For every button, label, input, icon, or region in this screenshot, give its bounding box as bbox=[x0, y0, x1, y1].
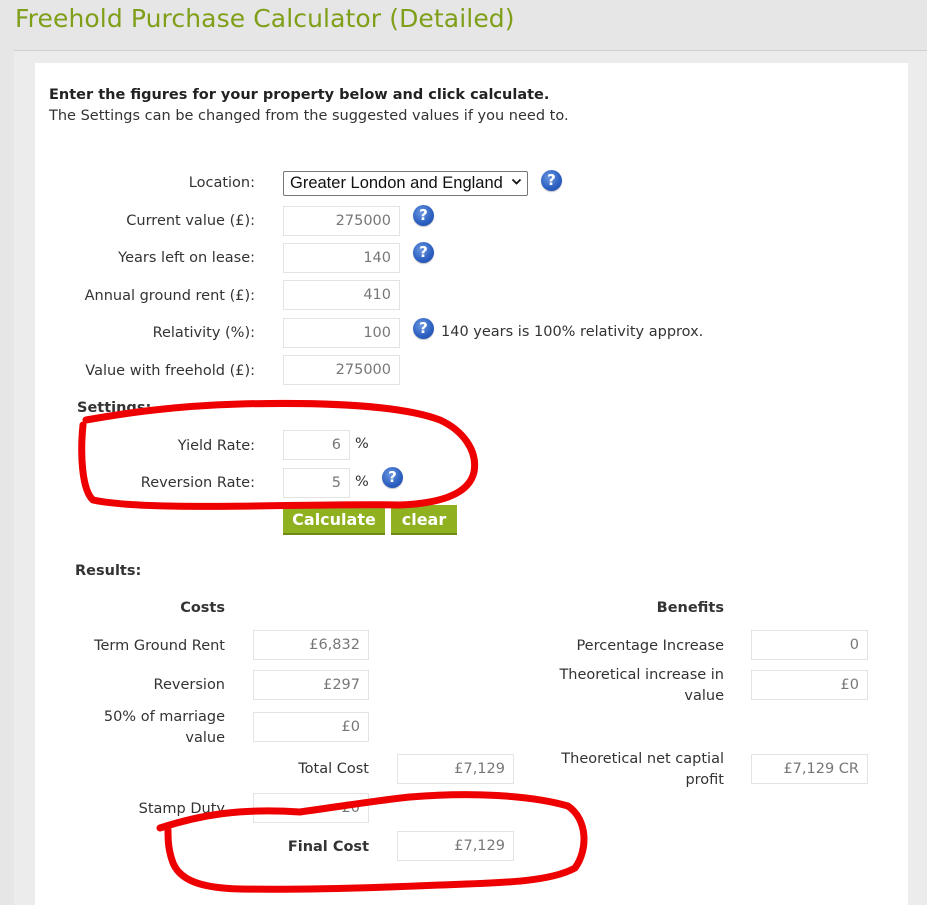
reversion-result-label: Reversion bbox=[153, 677, 225, 693]
percentage-increase-label: Percentage Increase bbox=[576, 638, 724, 654]
relativity-input[interactable]: 100 bbox=[283, 318, 400, 348]
location-selected-value: Greater London and England bbox=[290, 174, 503, 192]
total-cost-label: Total Cost bbox=[298, 761, 369, 777]
years-left-input[interactable]: 140 bbox=[283, 243, 400, 273]
yield-rate-label: Yield Rate: bbox=[177, 438, 255, 454]
final-cost-label: Final Cost bbox=[287, 839, 369, 855]
help-icon[interactable]: ? bbox=[413, 318, 434, 339]
current-value-label: Current value (£): bbox=[126, 213, 255, 229]
reversion-percent-sign: % bbox=[355, 474, 369, 490]
clear-button[interactable]: clear bbox=[391, 505, 457, 535]
costs-heading: Costs bbox=[180, 600, 225, 616]
reversion-rate-label: Reversion Rate: bbox=[140, 475, 255, 491]
value-freehold-input[interactable]: 275000 bbox=[283, 355, 400, 385]
marriage-label-line2: value bbox=[185, 730, 225, 746]
current-value-input[interactable]: 275000 bbox=[283, 206, 400, 236]
theoretical-increase-label-line2: value bbox=[684, 688, 724, 704]
intro-note: The Settings can be changed from the sug… bbox=[49, 108, 569, 124]
yield-percent-sign: % bbox=[355, 436, 369, 452]
help-icon[interactable]: ? bbox=[413, 205, 434, 226]
calculate-button[interactable]: Calculate bbox=[283, 505, 385, 535]
ground-rent-input[interactable]: 410 bbox=[283, 280, 400, 310]
page-title: Freehold Purchase Calculator (Detailed) bbox=[15, 4, 515, 33]
net-profit-value: £7,129 CR bbox=[751, 754, 868, 784]
intro-instruction: Enter the figures for your property belo… bbox=[49, 87, 550, 103]
reversion-rate-input[interactable]: 5 bbox=[283, 468, 350, 498]
benefits-heading: Benefits bbox=[656, 600, 724, 616]
yield-rate-input[interactable]: 6 bbox=[283, 430, 350, 460]
term-ground-rent-label: Term Ground Rent bbox=[94, 638, 225, 654]
percentage-increase-value: 0 bbox=[751, 630, 868, 660]
ground-rent-label: Annual ground rent (£): bbox=[84, 288, 255, 304]
term-ground-rent-value: £6,832 bbox=[253, 630, 369, 660]
chevron-down-icon bbox=[511, 175, 522, 190]
settings-heading: Settings: bbox=[77, 400, 152, 416]
location-label: Location: bbox=[188, 175, 255, 191]
total-cost-value: £7,129 bbox=[397, 754, 514, 784]
relativity-note: 140 years is 100% relativity approx. bbox=[441, 324, 704, 340]
help-icon[interactable]: ? bbox=[413, 242, 434, 263]
years-left-label: Years left on lease: bbox=[118, 250, 255, 266]
help-icon[interactable]: ? bbox=[382, 467, 403, 488]
stamp-duty-value: £0 bbox=[253, 793, 369, 823]
theoretical-increase-value: £0 bbox=[751, 670, 868, 700]
help-icon[interactable]: ? bbox=[541, 170, 562, 191]
stamp-duty-label: Stamp Duty bbox=[138, 801, 225, 817]
marriage-value: £0 bbox=[253, 712, 369, 742]
relativity-label: Relativity (%): bbox=[152, 325, 255, 341]
reversion-result-value: £297 bbox=[253, 670, 369, 700]
results-heading: Results: bbox=[75, 563, 142, 579]
marriage-label-line1: 50% of marriage bbox=[103, 709, 225, 725]
value-freehold-label: Value with freehold (£): bbox=[85, 363, 255, 379]
theoretical-increase-label-line1: Theoretical increase in bbox=[559, 667, 724, 683]
final-cost-value: £7,129 bbox=[397, 831, 514, 861]
net-profit-label-line1: Theoretical net captial bbox=[561, 751, 724, 767]
location-select[interactable]: Greater London and England bbox=[283, 171, 528, 196]
net-profit-label-line2: profit bbox=[685, 772, 724, 788]
